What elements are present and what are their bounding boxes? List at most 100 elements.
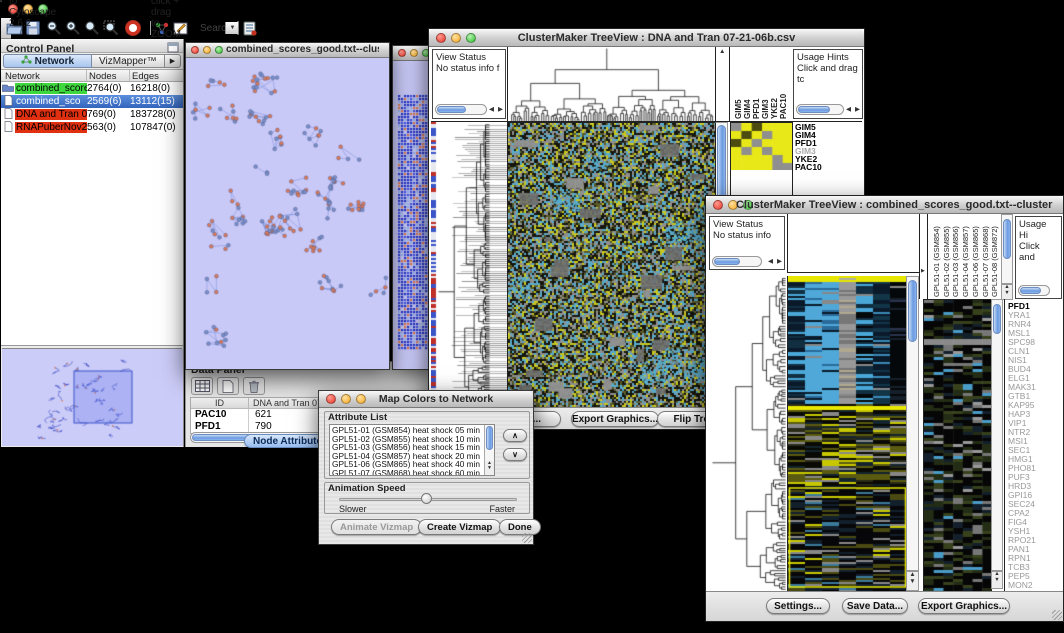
close-button[interactable] [398, 49, 406, 57]
scroll-right-icon[interactable]: ▶ [855, 107, 860, 114]
desktop: Cytoscape Desktop (Session Name: collins… [0, 0, 1064, 633]
tv2-heat2-vscrollbar[interactable] [991, 299, 1003, 571]
search-input[interactable]: ▼ [237, 21, 239, 35]
attribute-listbox[interactable]: GPL51-01 (GSM854) heat shock 05 minGPL51… [329, 424, 495, 476]
close-button[interactable] [436, 33, 446, 43]
column-label: GPL51-04 (GSM857) [961, 216, 970, 297]
tab-vizmapper[interactable]: VizMapper™ [92, 54, 165, 68]
export-graphics-button[interactable]: Export Graphics... [571, 411, 659, 427]
tv2-row-dendrogram[interactable] [708, 276, 786, 591]
network-name[interactable]: combined_sco [15, 96, 87, 107]
tv2-heatmap-canvas[interactable] [787, 276, 907, 591]
zoom-in-icon[interactable] [65, 19, 81, 37]
create-vizmap-button[interactable]: Create Vizmap [418, 519, 501, 535]
scroll-right-icon[interactable]: ▶ [498, 107, 503, 114]
delete-attribute-icon[interactable] [243, 377, 265, 395]
dialog-titlebar[interactable]: Map Colors to Network [319, 391, 533, 408]
slower-label: Slower [339, 504, 367, 514]
zoom-button[interactable] [215, 46, 223, 54]
attribute-table-icon[interactable] [191, 377, 213, 395]
save-data-button[interactable]: Save Data... [842, 598, 908, 614]
status-zoom-hint: Right-click + drag to ZOOM [151, 0, 181, 40]
col-edges[interactable]: Edges [130, 70, 183, 81]
scroll-right-icon[interactable]: ▶ [777, 259, 782, 266]
tv2-status-hscrollbar[interactable] [712, 256, 762, 267]
col-nodes[interactable]: Nodes [87, 70, 130, 81]
network-list-row[interactable]: combined_sco2569(6)13112(15) [1, 95, 183, 108]
settings-button[interactable]: Settings... [766, 598, 830, 614]
attribute-list-item[interactable]: GPL51-07 (GSM868) heat shock 60 min [332, 469, 483, 476]
zoom-selected-icon[interactable] [103, 19, 119, 37]
tv2-labels-vscrollbar[interactable] [1001, 214, 1013, 284]
network-view-titlebar[interactable]: combined_scores_good.txt--cluste... [186, 43, 389, 58]
scroll-left-icon[interactable]: ◀ [768, 259, 773, 266]
network-view-title: combined_scores_good.txt--cluste... [226, 44, 379, 55]
network-name[interactable]: combined_scores [15, 83, 87, 94]
float-panel-icon[interactable] [167, 40, 179, 58]
animation-speed-label: Animation Speed [328, 483, 406, 494]
import-table-icon[interactable] [242, 19, 258, 37]
tv1-row-dendrogram[interactable] [431, 122, 507, 408]
search-dropdown-icon[interactable]: ▼ [225, 22, 238, 34]
close-button[interactable] [713, 200, 723, 210]
column-label: GPL51-03 (GSM856) [951, 216, 960, 297]
network-doc-icon [1, 108, 15, 122]
done-button[interactable]: Done [499, 519, 541, 535]
speed-slider-thumb[interactable] [421, 493, 432, 504]
attribute-list-label: Attribute List [328, 412, 387, 423]
tv1-row-label: PAC10 [795, 163, 863, 171]
network-nodes-count: 2569(6) [87, 96, 130, 107]
network-list-row[interactable]: combined_scores2764(0)16218(0) [1, 82, 183, 95]
tv2-heat2-scroll-arrows[interactable]: ▲▼ [991, 571, 1003, 589]
tv2-usage-hints-panel: Usage Hi Click and [1015, 216, 1062, 299]
tv1-mini-heatmap[interactable] [730, 122, 793, 171]
close-button[interactable] [326, 394, 336, 404]
tv2-usage-hscrollbar[interactable] [1018, 285, 1050, 296]
tv2-vscroll-arrows[interactable]: ▲▼ [906, 571, 919, 591]
tv1-usage-text: Click and drag tc [797, 63, 859, 85]
scroll-left-icon[interactable]: ◀ [846, 107, 851, 114]
status-welcome: Welcome to Cytoscape 2.6.2 [9, 0, 56, 29]
tab-network[interactable]: Network [3, 54, 92, 68]
treeview1-titlebar[interactable]: ClusterMaker TreeView : DNA and Tran 07-… [429, 29, 864, 47]
scroll-left-icon[interactable]: ◀ [489, 107, 494, 114]
network-view-canvas[interactable] [186, 58, 389, 369]
network-overview-canvas[interactable] [2, 349, 183, 446]
animate-vizmap-button[interactable]: Animate Vizmap [331, 519, 422, 535]
new-attribute-icon[interactable] [217, 377, 239, 395]
move-up-button[interactable]: ∧ [503, 429, 527, 442]
network-list-row[interactable]: DNA and Tran 07769(0)183728(0) [1, 108, 183, 121]
move-down-button[interactable]: ∨ [503, 448, 527, 461]
network-name[interactable]: DNA and Tran 07 [15, 109, 87, 120]
minimize-button[interactable] [410, 49, 418, 57]
treeview2-titlebar[interactable]: ClusterMaker TreeView : combined_scores_… [706, 196, 1063, 214]
network-nodes-count: 2764(0) [87, 83, 130, 94]
tv2-header-strip: ▶ [919, 214, 927, 299]
column-label: GIM3 [761, 49, 770, 119]
tv1-usage-title: Usage Hints [797, 52, 859, 63]
tv2-vscrollbar[interactable] [906, 276, 919, 571]
tv1-status-hscrollbar[interactable] [435, 104, 487, 115]
col-network[interactable]: Network [1, 70, 87, 81]
export-graphics-button[interactable]: Export Graphics... [918, 598, 1010, 614]
tv1-usage-hscrollbar[interactable] [796, 104, 844, 115]
tv2-labels-scroll-arrows[interactable]: ▲▼ [1001, 284, 1013, 300]
column-label: PFD1 [752, 49, 761, 119]
data-col-id[interactable]: ID [191, 398, 249, 408]
minimize-button[interactable] [203, 46, 211, 54]
network-name[interactable]: RNAPuberNov2+ [15, 122, 87, 133]
network-view-window: combined_scores_good.txt--cluste... [185, 42, 390, 370]
attribute-list-vscrollbar[interactable] [484, 425, 494, 463]
resize-grip[interactable] [522, 533, 532, 543]
tv1-column-dendrogram[interactable] [507, 47, 715, 122]
tv2-secondary-heatmap[interactable] [923, 299, 992, 592]
help-ring-icon[interactable] [125, 19, 141, 37]
network-list-row[interactable]: RNAPuberNov2+563(0)107847(0) [1, 121, 183, 134]
close-button[interactable] [191, 46, 199, 54]
network-overview-panel[interactable] [2, 348, 182, 446]
zoom-fit-icon[interactable] [84, 19, 100, 37]
network-doc-icon [1, 121, 15, 135]
attribute-list-scroll-arrows[interactable]: ▲▼ [484, 461, 494, 475]
resize-grip[interactable] [1052, 610, 1062, 620]
tv1-heatmap-canvas[interactable] [507, 122, 715, 409]
